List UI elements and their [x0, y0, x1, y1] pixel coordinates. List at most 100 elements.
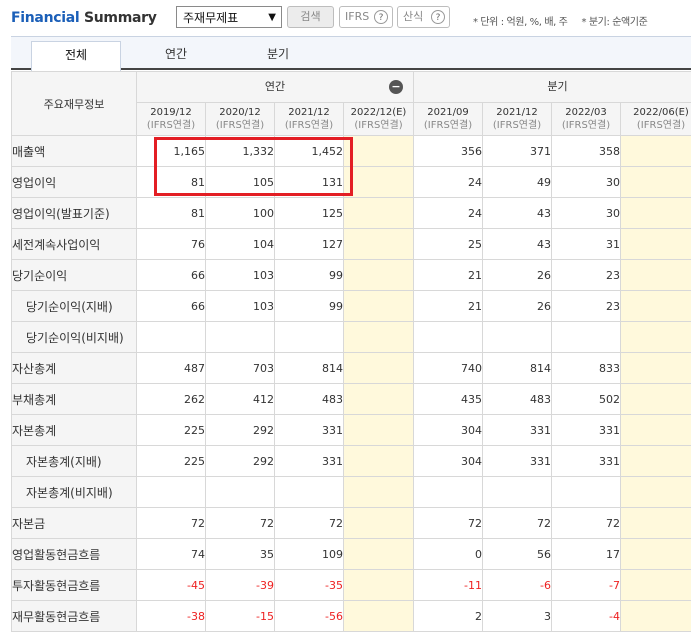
statement-type-select[interactable]: 주재무제표 ▼: [176, 6, 282, 28]
period-date: 2019/12: [150, 107, 192, 118]
value-cell: 72: [136, 507, 206, 539]
row-label: 매출액: [11, 135, 137, 167]
row-label: 투자활동현금흐름: [11, 569, 137, 601]
value-cell: 35: [205, 538, 275, 570]
value-cell: [343, 538, 414, 570]
period-date: 2021/12: [288, 107, 330, 118]
table-row: 자본총계(비지배): [11, 476, 691, 508]
value-cell: [482, 476, 552, 508]
table-row: 자본총계(지배) 225 292 331 304 331 331: [11, 445, 691, 477]
value-cell: -56: [274, 600, 344, 632]
value-cell: 103: [205, 259, 275, 291]
value-cell: [620, 538, 691, 570]
row-label: 자본총계(비지배): [11, 476, 137, 508]
period-header: 2020/12 (IFRS연결): [205, 102, 275, 136]
value-cell: -4: [551, 600, 621, 632]
ifrs-button[interactable]: IFRS ?: [339, 6, 393, 28]
row-label: 자본총계(지배): [11, 445, 137, 477]
value-cell: 225: [136, 445, 206, 477]
tab-annual[interactable]: 연간: [131, 41, 221, 69]
period-basis: (IFRS연결): [636, 120, 686, 131]
value-cell: 331: [274, 445, 344, 477]
value-cell: 66: [136, 259, 206, 291]
financial-summary-table: 주요재무정보 연간 − 분기 2019/12 (IFRS연결) 2020/12 (IF…: [11, 71, 691, 632]
value-cell: [620, 600, 691, 632]
value-cell: [343, 600, 414, 632]
value-cell: [343, 507, 414, 539]
title-financial: Financial: [11, 10, 80, 26]
value-cell: [620, 321, 691, 353]
value-cell: 703: [205, 352, 275, 384]
value-cell: 23: [551, 259, 621, 291]
period-basis: (IFRS연결): [215, 120, 265, 131]
value-cell: [551, 476, 621, 508]
value-cell: 814: [482, 352, 552, 384]
value-cell: [620, 166, 691, 198]
period-header: 2021/09 (IFRS연결): [413, 102, 483, 136]
value-cell: 81: [136, 166, 206, 198]
value-cell: 356: [413, 135, 483, 167]
value-cell: -45: [136, 569, 206, 601]
value-cell: [205, 476, 275, 508]
period-date: 2020/12: [219, 107, 261, 118]
period-header: 2021/12 (IFRS연결): [482, 102, 552, 136]
period-basis-text: * 분기: 순액기준: [581, 17, 648, 28]
value-cell: [343, 383, 414, 415]
formula-label: 산식: [403, 10, 424, 23]
value-cell: 331: [551, 414, 621, 446]
search-button[interactable]: 검색: [287, 6, 334, 28]
table-row: 당기순이익(지배) 66 103 99 21 26 23: [11, 290, 691, 322]
value-cell: -39: [205, 569, 275, 601]
value-cell: [620, 290, 691, 322]
value-cell: [274, 321, 344, 353]
value-cell: 125: [274, 197, 344, 229]
tab-quarter[interactable]: 분기: [233, 41, 323, 69]
value-cell: 105: [205, 166, 275, 198]
value-cell: 331: [274, 414, 344, 446]
value-cell: 24: [413, 197, 483, 229]
table-row: 영업활동현금흐름 74 35 109 0 56 17: [11, 538, 691, 570]
value-cell: [205, 321, 275, 353]
value-cell: 483: [274, 383, 344, 415]
value-cell: [551, 321, 621, 353]
value-cell: [620, 197, 691, 229]
table-row: 자본총계 225 292 331 304 331 331: [11, 414, 691, 446]
value-cell: 0: [413, 538, 483, 570]
value-cell: 483: [482, 383, 552, 415]
tab-all[interactable]: 전체: [31, 41, 121, 71]
table-row: 영업이익(발표기준) 81 100 125 24 43 30: [11, 197, 691, 229]
value-cell: 104: [205, 228, 275, 260]
period-header: 2019/12 (IFRS연결): [136, 102, 206, 136]
value-cell: 72: [274, 507, 344, 539]
value-cell: 1,165: [136, 135, 206, 167]
period-header: 2022/06(E) (IFRS연결): [620, 102, 691, 136]
value-cell: [343, 290, 414, 322]
row-label: 자본총계: [11, 414, 137, 446]
value-cell: 76: [136, 228, 206, 260]
ifrs-label: IFRS: [345, 10, 370, 23]
value-cell: 304: [413, 414, 483, 446]
row-label: 당기순이익(비지배): [11, 321, 137, 353]
value-cell: [343, 197, 414, 229]
period-basis: (IFRS연결): [354, 120, 403, 131]
value-cell: 103: [205, 290, 275, 322]
row-label: 당기순이익(지배): [11, 290, 137, 322]
value-cell: [620, 507, 691, 539]
unit-note: * 단위 : 억원, %, 배, 주 * 분기: 순액기준: [473, 13, 648, 28]
table-row: 자본금 72 72 72 72 72 72: [11, 507, 691, 539]
value-cell: 100: [205, 197, 275, 229]
formula-button[interactable]: 산식 ?: [397, 6, 450, 28]
value-cell: 25: [413, 228, 483, 260]
value-cell: [343, 414, 414, 446]
value-cell: [343, 135, 414, 167]
value-cell: 262: [136, 383, 206, 415]
annual-group-label: 연간: [264, 80, 286, 93]
title-summary: Summary: [83, 10, 157, 26]
value-cell: -38: [136, 600, 206, 632]
table-row: 재무활동현금흐름 -38 -15 -56 2 3 -4: [11, 600, 691, 632]
value-cell: [620, 352, 691, 384]
statement-type-value: 주재무제표: [183, 11, 239, 25]
value-cell: -11: [413, 569, 483, 601]
value-cell: 99: [274, 290, 344, 322]
collapse-icon[interactable]: −: [389, 80, 403, 94]
